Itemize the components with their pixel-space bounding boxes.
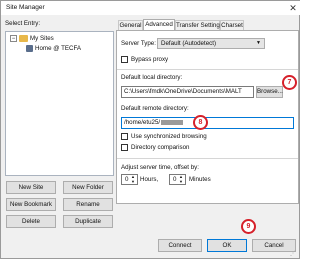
rename-button[interactable]: Rename: [63, 198, 113, 211]
server-type-label: Server Type:: [121, 40, 156, 47]
window-title: Site Manager: [6, 4, 45, 11]
site-tree[interactable]: − My Sites Home @ TECFA: [5, 31, 114, 176]
local-dir-input[interactable]: C:\Users\fmdk\OneDrive\Documents\MALT: [121, 86, 254, 98]
connect-button[interactable]: Connect: [158, 239, 202, 252]
dir-comparison-label: Directory comparison: [131, 144, 190, 151]
server-icon: [26, 45, 33, 52]
remote-dir-value: /home/etu25/: [124, 119, 161, 126]
duplicate-button[interactable]: Duplicate: [63, 215, 113, 228]
server-type-value: Default (Autodetect): [161, 40, 217, 47]
minutes-label: Minutes: [189, 176, 211, 183]
divider: [117, 69, 298, 70]
resize-grip-icon[interactable]: ⋰: [290, 250, 298, 258]
tree-root-label[interactable]: My Sites: [30, 35, 54, 42]
server-type-select[interactable]: Default (Autodetect) ▼: [157, 38, 265, 49]
stepper-icon[interactable]: ▲ ▼: [131, 174, 135, 184]
step-marker: 7: [282, 75, 297, 90]
select-entry-label: Select Entry:: [5, 20, 41, 27]
hours-value: 0: [125, 176, 129, 183]
sync-browsing-label: Use synchronized browsing: [131, 133, 207, 140]
new-folder-button[interactable]: New Folder: [63, 181, 113, 194]
bypass-proxy-label: Bypass proxy: [131, 56, 169, 63]
collapse-icon[interactable]: −: [10, 35, 17, 42]
sync-browsing-checkbox[interactable]: [121, 133, 128, 140]
new-bookmark-button[interactable]: New Bookmark: [6, 198, 56, 211]
delete-button[interactable]: Delete: [6, 215, 56, 228]
close-icon[interactable]: ✕: [287, 2, 299, 14]
stepper-icon[interactable]: ▲ ▼: [179, 174, 183, 184]
ok-button[interactable]: OK: [207, 239, 247, 252]
chevron-down-icon: ▼: [256, 40, 261, 46]
hours-label: Hours,: [140, 176, 159, 183]
step-marker: 9: [241, 219, 256, 234]
tree-site-label[interactable]: Home @ TECFA: [35, 45, 81, 52]
local-dir-label: Default local directory:: [121, 74, 183, 81]
browse-button[interactable]: Browse...: [256, 86, 283, 98]
minutes-value: 0: [173, 176, 177, 183]
hours-spinner[interactable]: 0 ▲ ▼: [121, 174, 138, 185]
redacted-text: [161, 119, 184, 125]
folder-icon: [19, 35, 28, 42]
dir-comparison-checkbox[interactable]: [121, 144, 128, 151]
time-offset-label: Adjust server time, offset by:: [121, 164, 199, 171]
new-site-button[interactable]: New Site: [6, 181, 56, 194]
minutes-spinner[interactable]: 0 ▲ ▼: [169, 174, 186, 185]
bypass-proxy-checkbox[interactable]: [121, 56, 128, 63]
divider: [117, 158, 298, 159]
remote-dir-label: Default remote directory:: [121, 105, 189, 112]
advanced-panel: Server Type: Default (Autodetect) ▼ Bypa…: [116, 30, 299, 204]
step-marker: 8: [193, 115, 208, 130]
title-bar: Site Manager ✕: [1, 1, 301, 15]
site-manager-window: Site Manager ✕ Select Entry: − My Sites …: [0, 0, 301, 259]
